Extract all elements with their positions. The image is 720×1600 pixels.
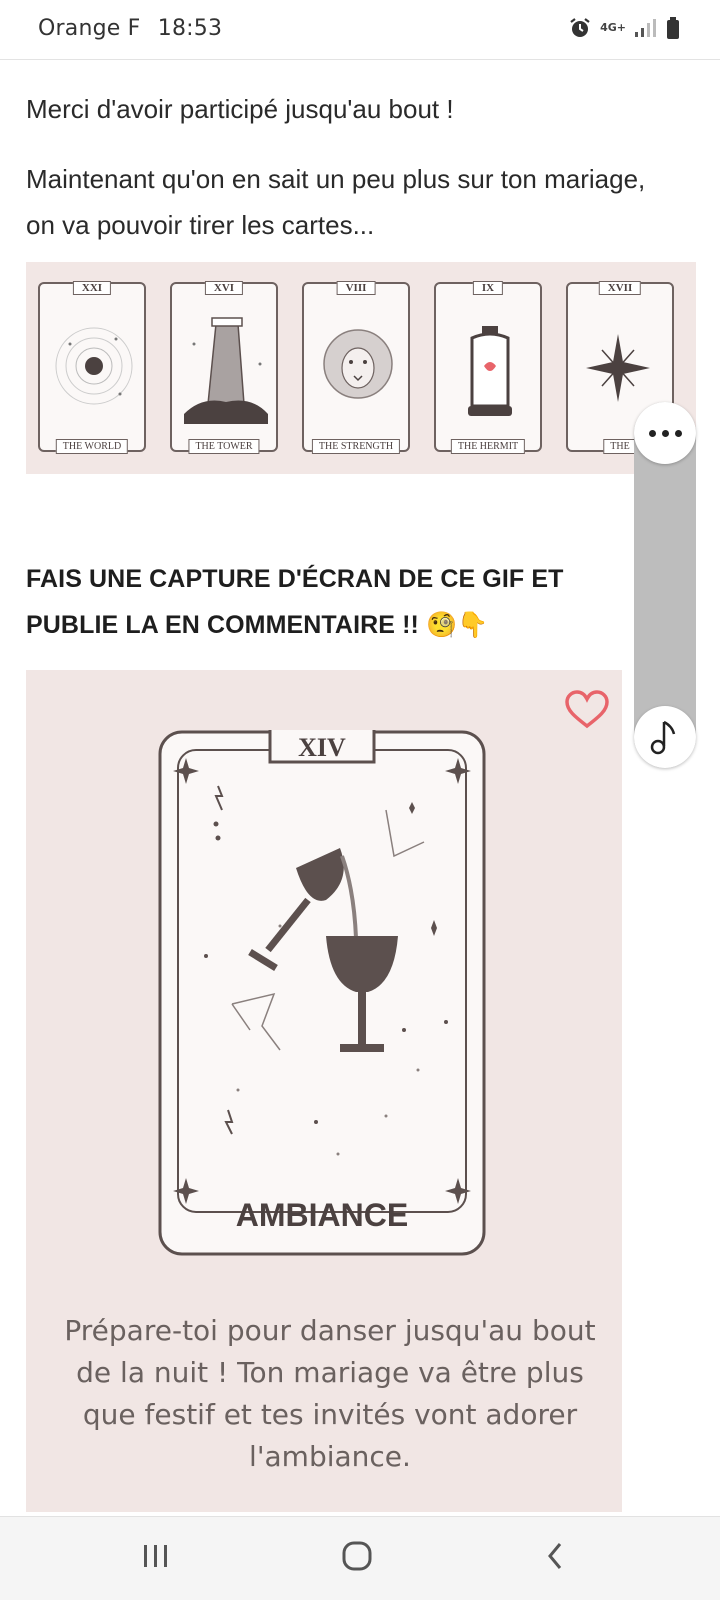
card-numeral: IX xyxy=(472,281,504,295)
more-dots-icon xyxy=(649,430,656,437)
instruction-heading: FAIS UNE CAPTURE D'ÉCRAN DE CE GIF ET PU… xyxy=(26,556,626,648)
card-name: THE HERMIT xyxy=(450,439,526,454)
recent-apps-button[interactable] xyxy=(140,1539,172,1573)
floating-side-panel[interactable] xyxy=(634,402,696,768)
big-card-title: AMBIANCE xyxy=(236,1197,408,1233)
music-note-icon xyxy=(650,720,676,755)
paragraph-text: Maintenant qu'on en sait un peu plus sur… xyxy=(26,164,646,240)
carrier-name: Orange F xyxy=(38,16,141,41)
back-button[interactable] xyxy=(544,1539,568,1573)
network-type: 4G+ xyxy=(600,21,626,34)
signal-icon xyxy=(635,19,656,37)
card-numeral: XXI xyxy=(72,281,112,295)
ambiance-tarot-card: XIV AMBIANCE xyxy=(158,730,486,1256)
alarm-icon xyxy=(570,18,590,37)
card-numeral: XVII xyxy=(598,281,642,295)
card-description: Prépare-toi pour danser jusqu'au bout de… xyxy=(64,1314,596,1473)
tarot-banner: XXI THE WORLD XVI THE TOWER VIII THE STR… xyxy=(26,262,696,474)
card-name: THE WORLD xyxy=(55,439,129,454)
heading-line-2: PUBLIE LA EN COMMENTAIRE !! 🧐👇 xyxy=(26,611,489,639)
big-card-numeral: XIV xyxy=(298,733,346,762)
status-right: 4G+ xyxy=(568,16,680,40)
system-navigation-bar xyxy=(0,1516,720,1600)
card-numeral: XVI xyxy=(204,281,244,295)
heart-icon[interactable] xyxy=(564,690,610,730)
tarot-card: XVI THE TOWER xyxy=(170,281,278,454)
battery-icon xyxy=(667,17,679,39)
tarot-card: IX THE HERMIT xyxy=(434,281,542,454)
heading-line-1: FAIS UNE CAPTURE D'ÉCRAN DE CE GIF ET xyxy=(26,565,564,593)
card-name: THE TOWER xyxy=(188,439,260,454)
more-options-button[interactable] xyxy=(634,402,696,464)
music-button[interactable] xyxy=(634,706,696,768)
lion-illustration-icon xyxy=(323,329,393,399)
more-dots-icon xyxy=(662,430,669,437)
home-button[interactable] xyxy=(340,1539,374,1573)
status-left: Orange F 18:53 xyxy=(38,16,222,41)
world-illustration-icon xyxy=(55,327,133,405)
card-numeral: VIII xyxy=(336,281,376,295)
tarot-card: XXI THE WORLD xyxy=(38,281,146,454)
clock: 18:53 xyxy=(157,16,223,41)
status-bar: Orange F 18:53 4G+ xyxy=(0,0,720,60)
intro-text: Merci d'avoir participé jusqu'au bout ! xyxy=(26,94,454,124)
more-dots-icon xyxy=(675,430,682,437)
tower-illustration-icon xyxy=(184,317,268,424)
card-name: THE STRENGTH xyxy=(311,439,401,454)
card-name: THE xyxy=(603,439,637,454)
tarot-card: VIII THE STRENGTH xyxy=(302,281,410,454)
lantern-illustration-icon xyxy=(468,326,512,416)
